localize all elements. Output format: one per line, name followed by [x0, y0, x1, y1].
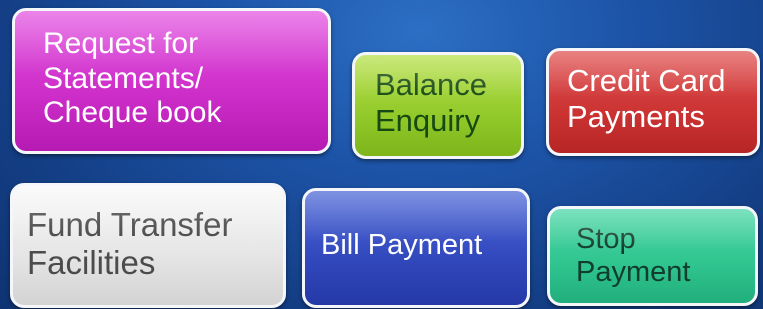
- fund-transfer-facilities-label: Fund Transfer Facilities: [27, 206, 233, 281]
- balance-enquiry-label: Balance Enquiry: [375, 67, 488, 138]
- request-statements-cheque-book-label: Request for Statements/ Cheque book: [43, 27, 222, 129]
- credit-card-payments-label: Credit Card Payments: [567, 63, 726, 134]
- stop-payment-button[interactable]: Stop Payment: [547, 206, 758, 306]
- balance-enquiry-button[interactable]: Balance Enquiry: [352, 52, 524, 159]
- bill-payment-label: Bill Payment: [321, 229, 483, 261]
- fund-transfer-facilities-button[interactable]: Fund Transfer Facilities: [10, 183, 286, 308]
- stop-payment-label: Stop Payment: [576, 223, 691, 289]
- request-statements-cheque-book-button[interactable]: Request for Statements/ Cheque book: [12, 8, 331, 154]
- bill-payment-button[interactable]: Bill Payment: [302, 188, 530, 308]
- credit-card-payments-button[interactable]: Credit Card Payments: [546, 48, 760, 156]
